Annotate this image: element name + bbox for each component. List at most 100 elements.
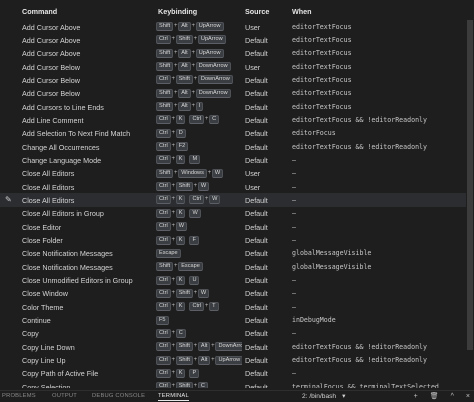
table-row[interactable]: ✎ Close All Editors Ctrl + K Ctrl + W Default —	[0, 193, 474, 207]
when-clause: —	[292, 289, 296, 298]
source-label: User	[245, 169, 261, 179]
terminal-select[interactable]: 2: /bin/bash ▾	[302, 392, 345, 400]
table-row[interactable]: Close Unmodified Editors in Group Ctrl + K U…	[0, 274, 474, 287]
keycap: U	[189, 275, 200, 285]
table-row[interactable]: Close All Editors in Group Ctrl + K W Default…	[0, 207, 474, 220]
keycap: Ctrl	[156, 115, 171, 125]
header-command[interactable]: Command	[22, 7, 57, 16]
table-row[interactable]: Close Window Ctrl + Shift + W Default —	[0, 287, 474, 300]
keycap: UpArrow	[195, 22, 224, 31]
table-row[interactable]: Close All Editors Ctrl + Shift + W User —	[0, 180, 474, 193]
table-row[interactable]: Color Theme Ctrl + K Ctrl + T Default —	[0, 300, 474, 313]
keycap: P	[189, 368, 200, 378]
key-plus: +	[191, 103, 195, 110]
keycap: W	[197, 288, 210, 298]
keycap: Ctrl	[156, 35, 171, 45]
table-row[interactable]: Add Cursor Above Shift + Alt + UpArrow Default…	[0, 47, 474, 60]
key-plus: +	[191, 63, 195, 70]
source-label: Default	[245, 329, 268, 339]
keybinding: Ctrl + Shift + Alt + UpArrow	[156, 355, 242, 366]
command-name: Change All Occurrences	[22, 142, 100, 152]
table-row[interactable]: Add Cursor Below Ctrl + Shift + DownArrow Defa…	[0, 73, 474, 86]
source-label: Default	[245, 115, 268, 125]
table-row[interactable]: Add Cursor Below Shift + Alt + DownArrow Defau…	[0, 87, 474, 100]
table-row[interactable]: Add Cursor Below Shift + Alt + DownArrow User e…	[0, 60, 474, 73]
source-label: Default	[245, 209, 268, 219]
when-clause: —	[292, 302, 296, 311]
header-keybinding[interactable]: Keybinding	[158, 7, 197, 16]
table-row[interactable]: Add Selection To Next Find Match Ctrl + D De…	[0, 127, 474, 140]
table-row[interactable]: Close All Editors Shift + Windows + W User —	[0, 167, 474, 180]
keycap: Shift	[156, 48, 174, 58]
keycap: K	[175, 302, 186, 312]
table-row[interactable]: Add Cursors to Line Ends Shift + Alt + I Defau…	[0, 100, 474, 113]
when-clause: —	[292, 222, 296, 231]
table-row[interactable]: Copy Ctrl + C Default —	[0, 327, 474, 340]
key-plus: +	[171, 156, 175, 163]
keycap: Ctrl	[156, 222, 171, 232]
keybinding: Ctrl + W	[156, 222, 242, 232]
table-row[interactable]: Copy Line Up Ctrl + Shift + Alt + UpArrow Defaul…	[0, 354, 474, 367]
source-label: Default	[245, 382, 268, 388]
tab-problems[interactable]: PROBLEMS	[2, 393, 36, 399]
command-name: Add Cursor Below	[22, 75, 80, 85]
table-row[interactable]: Add Cursor Above Shift + Alt + UpArrow User edi…	[0, 20, 474, 33]
table-row[interactable]: Add Line Comment Ctrl + K Ctrl + C Default edito…	[0, 113, 474, 126]
table-row[interactable]: Continue F5 Default inDebugMode	[0, 314, 474, 327]
table-row[interactable]: Add Cursor Above Ctrl + Shift + UpArrow Defaul…	[0, 33, 474, 46]
source-label: Default	[245, 195, 268, 205]
keybinding: Ctrl + K F	[156, 235, 242, 246]
source-label: Default	[245, 129, 268, 139]
tab-output[interactable]: OUTPUT	[52, 393, 77, 399]
when-clause: editorTextFocus && !editorReadonly	[292, 115, 427, 124]
keybinding: Ctrl + K Ctrl + C	[156, 115, 242, 125]
keycap: Ctrl	[156, 155, 171, 165]
table-row[interactable]: Copy Path of Active File Ctrl + K P Default —	[0, 367, 474, 380]
when-clause: editorTextFocus	[292, 49, 352, 58]
table-row[interactable]: Copy Selection Ctrl + Shift + C Default termina…	[0, 380, 474, 388]
table-row[interactable]: Change All Occurrences Ctrl + F2 Default edit…	[0, 140, 474, 153]
table-row[interactable]: Close Folder Ctrl + K F Default —	[0, 234, 474, 247]
when-clause: —	[292, 329, 296, 338]
maximize-icon[interactable]: ^	[451, 393, 454, 400]
keycap: Shift	[156, 102, 174, 112]
source-label: Default	[245, 75, 268, 85]
table-row[interactable]: Close Notification Messages Escape Default…	[0, 247, 474, 260]
table-row[interactable]: Close Editor Ctrl + W Default —	[0, 220, 474, 233]
scrollbar-thumb[interactable]	[467, 20, 473, 350]
close-icon[interactable]: ×	[466, 393, 470, 400]
edit-pencil-icon[interactable]: ✎	[5, 196, 14, 204]
command-name: Copy	[22, 329, 39, 339]
keycap: F5	[156, 315, 169, 325]
source-label: Default	[245, 249, 268, 259]
key-plus: +	[171, 116, 175, 123]
keybinding: Ctrl+Shift+Alt+DownArrow	[156, 342, 242, 352]
header-source[interactable]: Source	[245, 7, 269, 16]
command-name: Copy Path of Active File	[22, 369, 99, 379]
key-plus: +	[191, 23, 195, 29]
header-when[interactable]: When	[292, 7, 312, 16]
keycap: Windows	[178, 168, 207, 178]
table-row[interactable]: Close Notification Messages Shift + Escape D…	[0, 260, 474, 273]
trash-icon[interactable]: 🗑	[430, 393, 439, 400]
table-row[interactable]: Copy Line DownCtrl+Shift+Alt+DownArrowDe…	[0, 340, 474, 353]
table-row[interactable]: Change Language Mode Ctrl + K M Default —	[0, 153, 474, 166]
keybindings-list: Add Cursor Above Shift + Alt + UpArrow User edi…	[0, 20, 474, 388]
tab-debug-console[interactable]: DEBUG CONSOLE	[92, 393, 145, 399]
keycap: Shift	[175, 182, 193, 192]
source-label: Default	[245, 262, 268, 272]
add-icon[interactable]: +	[414, 393, 418, 400]
vertical-scrollbar[interactable]	[466, 20, 474, 386]
source-label: Default	[245, 316, 268, 326]
keycap: UpArrow	[195, 48, 224, 58]
keybinding: Ctrl + Shift + C	[156, 382, 242, 388]
tab-terminal[interactable]: TERMINAL	[158, 393, 189, 401]
keycap: Escape	[156, 248, 181, 258]
keycap: Shift	[175, 35, 193, 45]
command-name: Add Cursor Above	[22, 35, 81, 45]
source-label: Default	[245, 289, 268, 299]
keycap: W	[209, 195, 221, 205]
keycap: DownArrow	[197, 75, 233, 85]
command-name: Add Cursor Below	[22, 62, 80, 72]
key-plus: +	[171, 196, 175, 203]
